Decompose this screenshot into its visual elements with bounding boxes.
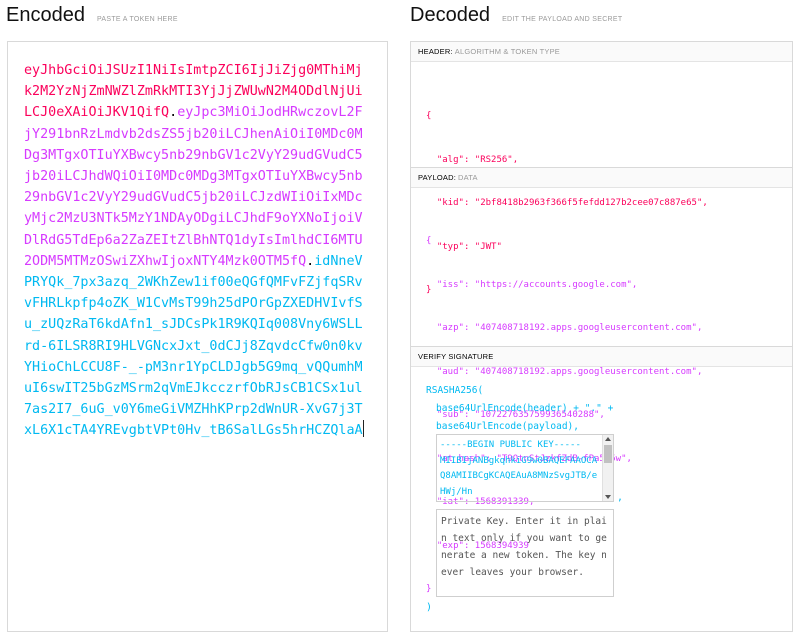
payload-json-row: "azp": "407408718192.apps.googleusercont… <box>436 323 703 333</box>
signature-label: VERIFY SIGNATURE <box>418 352 494 361</box>
header-sublabel: ALGORITHM & TOKEN TYPE <box>454 47 561 56</box>
signature-section-title: VERIFY SIGNATURE <box>411 347 792 367</box>
public-key-scrollbar[interactable] <box>602 435 613 501</box>
json-value: "407408718192.apps.googleusercontent.com… <box>474 366 703 377</box>
decoded-panel: HEADER: ALGORITHM & TOKEN TYPE { "alg": "… <box>410 41 793 632</box>
payload-section-title: PAYLOAD: DATA <box>411 168 792 188</box>
encoded-token-text[interactable]: eyJhbGciOiJSUzI1NiIsImtpZCI6IjJiZjg0MThi… <box>24 60 364 442</box>
payload-sublabel: DATA <box>458 173 478 182</box>
private-key-input[interactable]: Private Key. Enter it in plain text only… <box>436 509 614 597</box>
private-key-placeholder: Private Key. Enter it in plain text only… <box>441 516 607 578</box>
token-signature-part: idNneVPRYQk_7px3azq_2WKhZew1if00eQGfQMFv… <box>24 253 363 439</box>
json-open-brace: { <box>426 236 432 246</box>
encoded-header: Encoded PASTE A TOKEN HERE <box>6 4 178 27</box>
signature-comma: , <box>617 492 624 503</box>
json-key: "azp" <box>436 323 464 333</box>
payload-json-row: "iss": "https://accounts.google.com", <box>436 279 638 290</box>
scroll-down-arrow-icon[interactable] <box>605 495 611 499</box>
signature-header-arg: base64UrlEncode(header) + "." + <box>436 403 614 414</box>
json-value: "407408718192.apps.googleusercontent.com… <box>474 323 703 333</box>
signature-close-paren: ) <box>426 602 433 613</box>
json-value: "https://accounts.google.com", <box>474 279 638 290</box>
decoded-title: Decoded <box>410 4 491 26</box>
json-open-brace: { <box>426 111 432 121</box>
scrollbar-thumb[interactable] <box>604 445 612 463</box>
encoded-subtitle: PASTE A TOKEN HERE <box>96 16 178 23</box>
header-section-title: HEADER: ALGORITHM & TOKEN TYPE <box>411 42 792 62</box>
header-label: HEADER: <box>418 47 453 56</box>
signature-formula: RSASHA256( base64UrlEncode(header) + "." … <box>426 382 613 436</box>
decoded-header: Decoded EDIT THE PAYLOAD AND SECRET <box>410 4 622 27</box>
header-json-row: "alg": "RS256", <box>436 154 519 165</box>
token-separator: . <box>169 105 178 121</box>
decoded-subtitle: EDIT THE PAYLOAD AND SECRET <box>502 16 623 23</box>
signature-function: RSASHA256( <box>426 385 484 396</box>
text-caret <box>362 420 364 438</box>
json-key: "iss" <box>436 279 464 290</box>
json-key: "alg" <box>436 154 464 165</box>
public-key-text: -----BEGIN PUBLIC KEY----- MIIBIjANBgkqh… <box>440 440 598 497</box>
public-key-input[interactable]: -----BEGIN PUBLIC KEY----- MIIBIjANBgkqh… <box>436 434 614 502</box>
scroll-up-arrow-icon[interactable] <box>605 437 611 441</box>
token-payload-part: eyJpc3MiOiJodHRwczovL2FjY291bnRzLmdvb2ds… <box>24 105 363 269</box>
encoded-title: Encoded <box>6 4 85 26</box>
encoded-token-editor[interactable]: eyJhbGciOiJSUzI1NiIsImtpZCI6IjJiZjg0MThi… <box>7 41 388 632</box>
payload-label: PAYLOAD: <box>418 173 457 182</box>
json-value: "RS256", <box>474 154 519 165</box>
json-key: "aud" <box>436 366 464 377</box>
